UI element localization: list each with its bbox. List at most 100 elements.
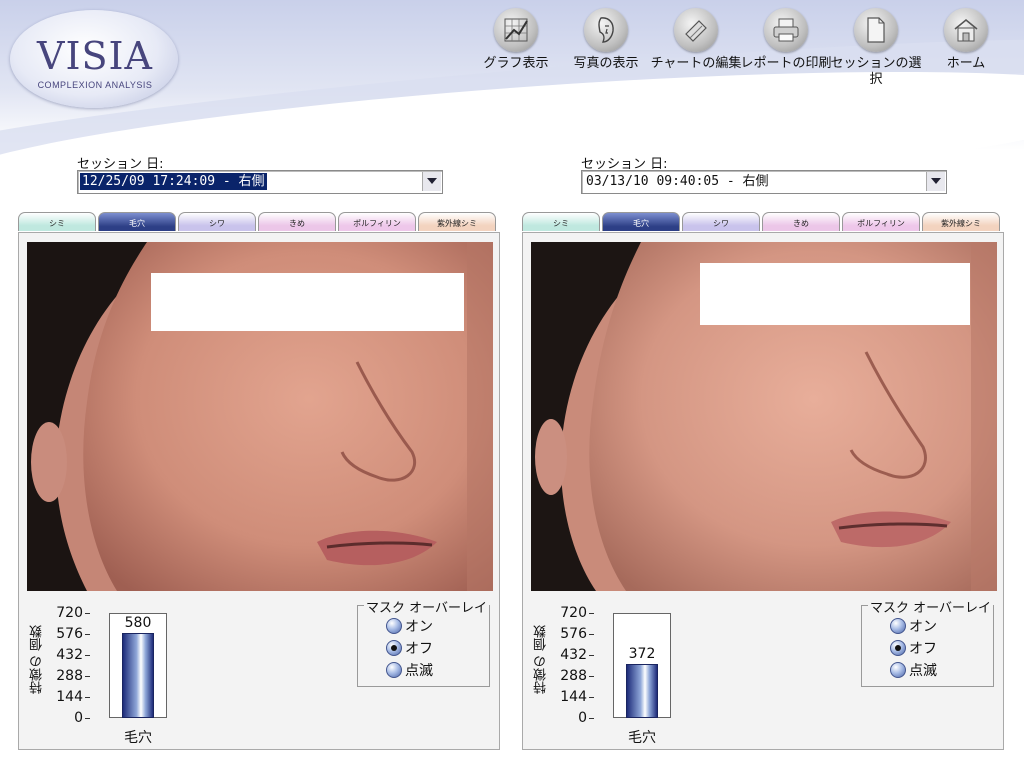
radio-label: オフ bbox=[405, 641, 433, 657]
edit-chart-button[interactable]: チャートの編集 bbox=[650, 8, 742, 72]
face-icon bbox=[584, 8, 628, 52]
left-feature-count-chart: 特徴の 個数 720 576 432 288 144 0 580 毛穴 bbox=[27, 603, 227, 748]
printer-icon bbox=[764, 8, 808, 52]
chart-y-axis-label: 特徴の 個数 bbox=[534, 624, 549, 694]
radio-button-icon bbox=[890, 662, 906, 678]
radio-label: 点滅 bbox=[909, 663, 937, 679]
radio-button-selected-icon bbox=[386, 640, 402, 656]
left-session-panel: 特徴の 個数 720 576 432 288 144 0 580 毛穴 マスク … bbox=[18, 232, 500, 750]
overlay-off-radio[interactable]: オフ bbox=[386, 638, 433, 658]
tab-シワ[interactable]: シワ bbox=[178, 212, 256, 231]
tab-シミ[interactable]: シミ bbox=[18, 212, 96, 231]
document-icon bbox=[854, 8, 898, 52]
y-tick-mark bbox=[589, 697, 594, 698]
overlay-blink-radio[interactable]: 点滅 bbox=[386, 660, 433, 680]
y-tick-mark bbox=[85, 634, 90, 635]
chevron-down-icon[interactable] bbox=[926, 172, 945, 191]
y-tick-mark bbox=[589, 718, 594, 719]
mask-overlay-title: マスク オーバーレイ bbox=[364, 597, 489, 616]
print-report-button[interactable]: レポートの印刷 bbox=[740, 8, 832, 72]
graph-view-button[interactable]: グラフ表示 bbox=[470, 8, 562, 72]
y-tick-mark bbox=[85, 655, 90, 656]
radio-label: オフ bbox=[909, 641, 937, 657]
y-tick-mark bbox=[85, 676, 90, 677]
y-tick-mark bbox=[589, 613, 594, 614]
visia-logo: VISIA COMPLEXION ANALYSIS bbox=[10, 10, 178, 108]
right-mask-overlay-group: マスク オーバーレイ オン オフ 点滅 bbox=[861, 597, 994, 687]
radio-label: 点滅 bbox=[405, 663, 433, 679]
overlay-blink-radio[interactable]: 点滅 bbox=[890, 660, 937, 680]
y-tick: 288 bbox=[56, 668, 83, 684]
edit-chart-icon bbox=[674, 8, 718, 52]
y-tick-mark bbox=[589, 655, 594, 656]
tab-シワ[interactable]: シワ bbox=[682, 212, 760, 231]
chevron-down-icon[interactable] bbox=[422, 172, 441, 191]
overlay-on-radio[interactable]: オン bbox=[890, 616, 937, 636]
toolbar-label: ホーム bbox=[946, 56, 986, 71]
tab-毛穴[interactable]: 毛穴 bbox=[98, 212, 176, 231]
chart-bar-pores bbox=[122, 633, 154, 718]
y-tick: 0 bbox=[578, 710, 587, 726]
overlay-on-radio[interactable]: オン bbox=[386, 616, 433, 636]
right-session-value: 03/13/10 09:40:05 - 右側 bbox=[586, 174, 769, 189]
right-face-photo bbox=[531, 242, 997, 591]
tab-紫外線シミ[interactable]: 紫外線シミ bbox=[418, 212, 496, 231]
tab-シミ[interactable]: シミ bbox=[522, 212, 600, 231]
chart-bar-pores bbox=[626, 664, 658, 718]
radio-button-icon bbox=[890, 618, 906, 634]
logo-subtitle: COMPLEXION ANALYSIS bbox=[37, 80, 153, 90]
select-session-button[interactable]: セッションの選択 bbox=[830, 8, 922, 88]
right-feature-count-chart: 特徴の 個数 720 576 432 288 144 0 372 毛穴 bbox=[531, 603, 731, 748]
y-tick-mark bbox=[589, 676, 594, 677]
mask-overlay-title: マスク オーバーレイ bbox=[868, 597, 993, 616]
chart-category-label: 毛穴 bbox=[124, 730, 152, 746]
tab-紫外線シミ[interactable]: 紫外線シミ bbox=[922, 212, 1000, 231]
y-tick: 288 bbox=[560, 668, 587, 684]
photo-view-button[interactable]: 写真の表示 bbox=[560, 8, 652, 72]
tab-ポルフィリン[interactable]: ポルフィリン bbox=[338, 212, 416, 231]
y-tick: 720 bbox=[560, 605, 587, 621]
tab-きめ[interactable]: きめ bbox=[762, 212, 840, 231]
y-tick: 0 bbox=[74, 710, 83, 726]
y-tick-mark bbox=[85, 697, 90, 698]
left-session-dropdown[interactable]: 12/25/09 17:24:09 - 右側 bbox=[77, 170, 443, 194]
toolbar-label: レポートの印刷 bbox=[740, 56, 832, 71]
y-tick: 576 bbox=[560, 626, 587, 642]
y-tick: 576 bbox=[56, 626, 83, 642]
radio-label: オン bbox=[405, 619, 433, 635]
radio-button-icon bbox=[386, 618, 402, 634]
home-icon bbox=[944, 8, 988, 52]
y-tick: 432 bbox=[56, 647, 83, 663]
tab-毛穴[interactable]: 毛穴 bbox=[602, 212, 680, 231]
left-mask-overlay-group: マスク オーバーレイ オン オフ 点滅 bbox=[357, 597, 490, 687]
left-analysis-tabs: シミ 毛穴 シワ きめ ポルフィリン 紫外線シミ bbox=[18, 212, 498, 232]
radio-button-icon bbox=[386, 662, 402, 678]
toolbar-label: セッションの選択 bbox=[830, 56, 922, 87]
home-button[interactable]: ホーム bbox=[920, 8, 1012, 72]
overlay-off-radio[interactable]: オフ bbox=[890, 638, 937, 658]
y-tick: 720 bbox=[56, 605, 83, 621]
y-tick-mark bbox=[85, 718, 90, 719]
tab-ポルフィリン[interactable]: ポルフィリン bbox=[842, 212, 920, 231]
privacy-redaction-box bbox=[151, 273, 464, 331]
left-face-photo bbox=[27, 242, 493, 591]
y-tick: 144 bbox=[56, 689, 83, 705]
y-tick-mark bbox=[85, 613, 90, 614]
chart-category-label: 毛穴 bbox=[628, 730, 656, 746]
tab-きめ[interactable]: きめ bbox=[258, 212, 336, 231]
privacy-redaction-box bbox=[700, 263, 970, 325]
logo-wordmark: VISIA bbox=[37, 34, 153, 78]
right-session-dropdown[interactable]: 03/13/10 09:40:05 - 右側 bbox=[581, 170, 947, 194]
chart-y-axis-label: 特徴の 個数 bbox=[30, 624, 45, 694]
toolbar-label: 写真の表示 bbox=[573, 56, 639, 71]
toolbar-label: チャートの編集 bbox=[650, 56, 742, 71]
radio-button-selected-icon bbox=[890, 640, 906, 656]
toolbar-label: グラフ表示 bbox=[483, 56, 549, 71]
chart-bar-value-label: 372 bbox=[628, 646, 656, 662]
left-session-value: 12/25/09 17:24:09 - 右側 bbox=[80, 173, 267, 190]
right-session-panel: 特徴の 個数 720 576 432 288 144 0 372 毛穴 マスク … bbox=[522, 232, 1004, 750]
radio-label: オン bbox=[909, 619, 937, 635]
chart-bar-value-label: 580 bbox=[124, 615, 152, 631]
right-analysis-tabs: シミ 毛穴 シワ きめ ポルフィリン 紫外線シミ bbox=[522, 212, 1002, 232]
y-tick: 432 bbox=[560, 647, 587, 663]
